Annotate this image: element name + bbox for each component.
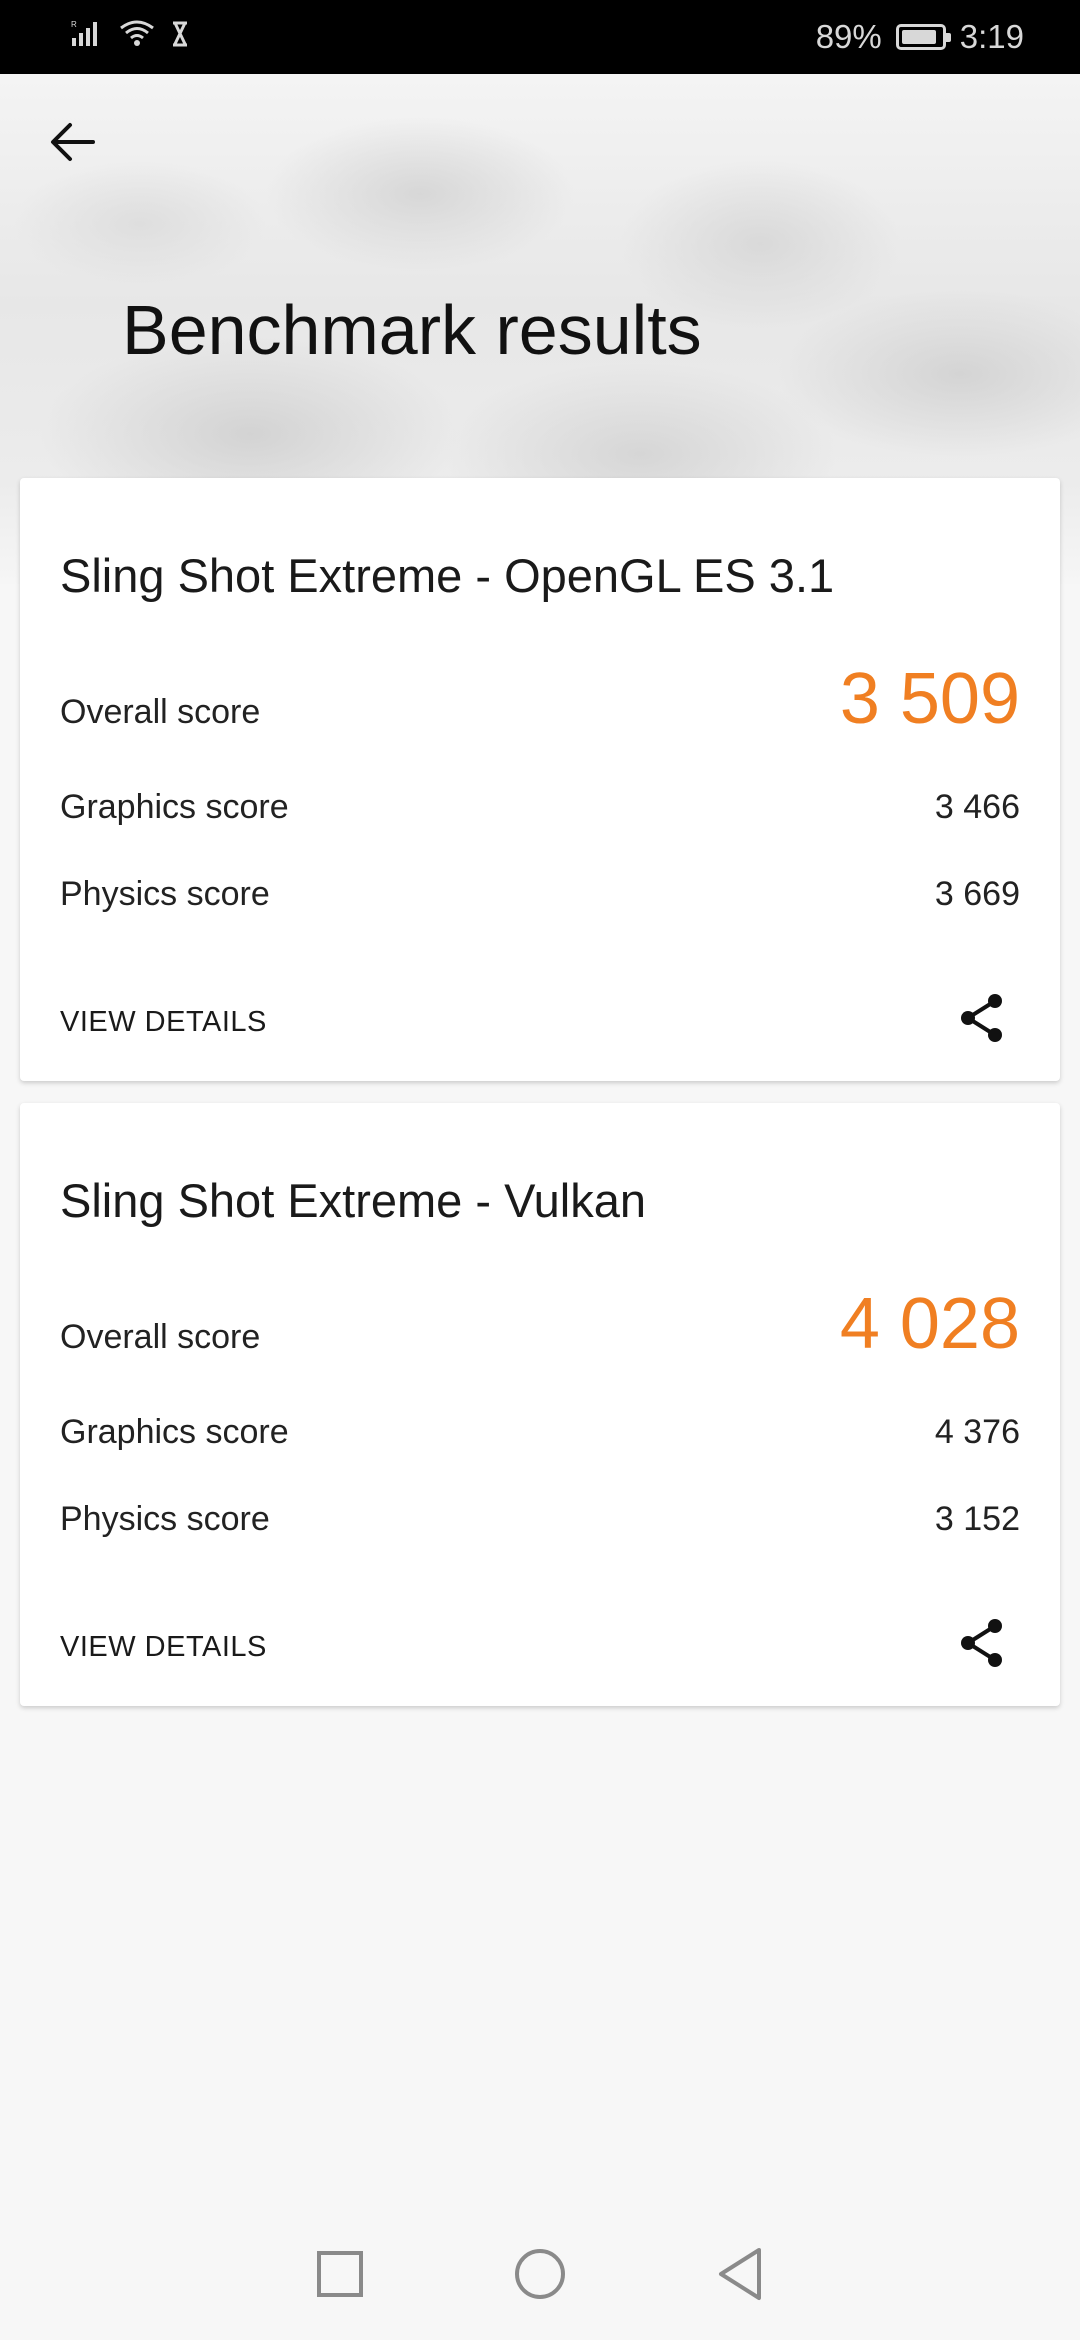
share-icon [961, 1619, 1002, 1667]
overall-score-row: Overall score 4 028 [60, 1283, 1020, 1365]
hourglass-icon [170, 18, 190, 56]
card-title: Sling Shot Extreme - OpenGL ES 3.1 [60, 549, 835, 602]
arrow-left-icon [51, 123, 95, 161]
recents-square-icon [317, 2251, 363, 2297]
overall-score-row: Overall score 3 509 [60, 658, 1020, 740]
clock: 3:19 [959, 18, 1024, 55]
status-icons-left: R [70, 18, 190, 56]
back-triangle-icon [719, 2248, 761, 2300]
graphics-score-value: 4 376 [934, 1413, 1020, 1451]
result-card-vulkan: Sling Shot Extreme - Vulkan Overall scor… [20, 1103, 1060, 1706]
graphics-score-value: 3 466 [934, 788, 1020, 826]
system-nav-bar [0, 2208, 1080, 2340]
graphics-score-row: Graphics score 4 376 [60, 1413, 1020, 1452]
share-icon [961, 994, 1002, 1042]
page-title: Benchmark results [122, 291, 702, 369]
overall-score-label: Overall score [60, 693, 261, 731]
physics-score-row: Physics score 3 669 [60, 875, 1020, 914]
svg-text:R: R [71, 20, 77, 29]
home-circle-icon [515, 2249, 565, 2299]
overall-score-label: Overall score [60, 1318, 261, 1356]
back-button[interactable] [40, 110, 104, 174]
result-card-opengl: Sling Shot Extreme - OpenGL ES 3.1 Overa… [20, 478, 1060, 1081]
share-button[interactable] [952, 1613, 1012, 1673]
card-title: Sling Shot Extreme - Vulkan [60, 1174, 647, 1227]
graphics-score-row: Graphics score 3 466 [60, 788, 1020, 827]
signal-icon: R [70, 18, 104, 56]
physics-score-value: 3 669 [934, 875, 1020, 913]
status-bar: R 89% 3:19 [0, 0, 1080, 74]
graphics-score-label: Graphics score [60, 1413, 289, 1451]
view-details-button[interactable]: VIEW DETAILS [60, 1006, 267, 1039]
battery-level [901, 30, 936, 44]
physics-score-label: Physics score [60, 875, 270, 913]
physics-score-row: Physics score 3 152 [60, 1500, 1020, 1539]
home-button[interactable] [505, 2239, 575, 2309]
battery-icon [895, 24, 951, 50]
recents-button[interactable] [305, 2239, 375, 2309]
overall-score-value: 4 028 [839, 1284, 1020, 1364]
graphics-score-label: Graphics score [60, 788, 289, 826]
battery-percent: 89% [815, 18, 882, 55]
view-details-button[interactable]: VIEW DETAILS [60, 1631, 267, 1664]
back-nav-button[interactable] [705, 2239, 775, 2309]
share-button[interactable] [952, 988, 1012, 1048]
physics-score-label: Physics score [60, 1500, 270, 1538]
wifi-icon [118, 18, 156, 56]
status-icons-right: 89% 3:19 [816, 18, 1024, 56]
overall-score-value: 3 509 [839, 659, 1020, 739]
physics-score-value: 3 152 [934, 1500, 1020, 1538]
